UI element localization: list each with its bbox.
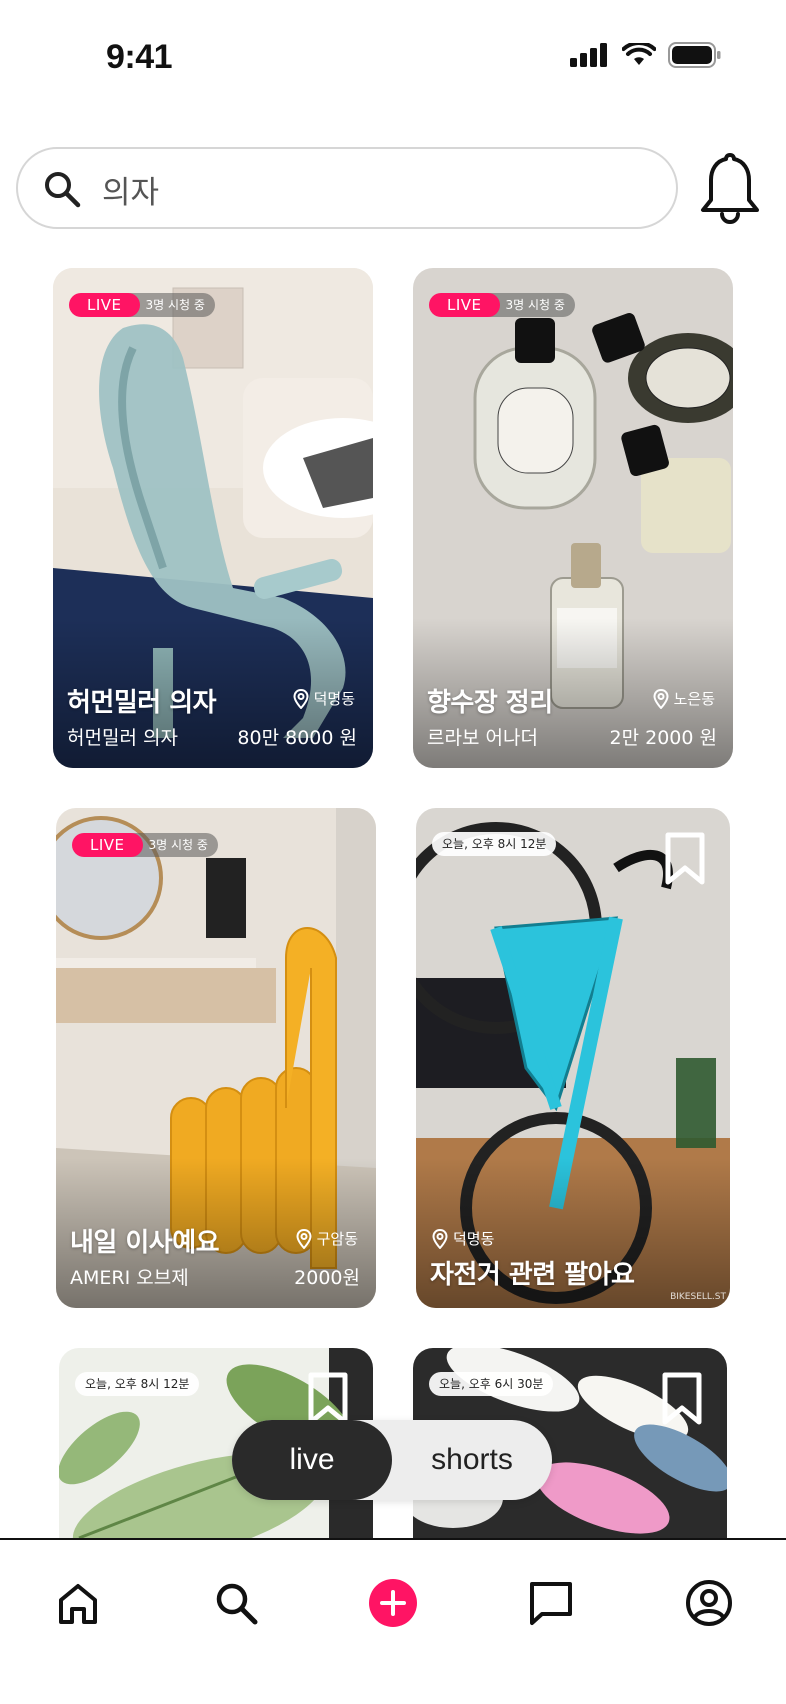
upload-time: 오늘, 오후 6시 30분 [429, 1372, 554, 1396]
card-title: 내일 이사예요 [70, 1228, 220, 1258]
search-input[interactable] [102, 167, 642, 211]
toggle-live-option[interactable]: live [232, 1420, 392, 1500]
status-bar: 9:41 [0, 0, 786, 118]
live-badge: LIVE [69, 293, 140, 317]
battery-icon [668, 42, 721, 68]
bookmark-icon[interactable] [664, 832, 706, 886]
card-price: 2000원 [294, 1267, 360, 1289]
location-pin-icon [296, 1228, 312, 1249]
location-label: 덕명동 [453, 1230, 495, 1248]
live-indicator: LIVE 3명 시청 중 [72, 832, 218, 858]
upload-time: 오늘, 오후 8시 12분 [75, 1372, 200, 1396]
live-card-yellow-chair[interactable]: LIVE 3명 시청 중 내일 이사예요 구암동 AMERI 오브제 2000원 [56, 808, 376, 1308]
bookmark-icon[interactable] [661, 1372, 703, 1426]
live-shorts-toggle[interactable]: live shorts [232, 1420, 552, 1500]
live-badge: LIVE [429, 293, 500, 317]
card-location: 구암동 [296, 1228, 358, 1249]
card-title: 허먼밀러 의자 [67, 688, 217, 718]
location-label: 덕명동 [313, 690, 355, 708]
add-icon[interactable] [368, 1578, 418, 1628]
card-seller: 르라보 어나더 [427, 727, 538, 749]
search-bar[interactable] [16, 147, 678, 229]
card-price: 80만 8000 원 [237, 727, 357, 749]
live-card-perfume[interactable]: LIVE 3명 시청 중 향수장 정리 노은동 르라보 어나더 2만 2000 … [413, 268, 733, 768]
notification-bell-icon[interactable] [698, 150, 762, 226]
status-icons [570, 42, 722, 68]
bottom-tab-bar [0, 1538, 786, 1704]
location-label: 구암동 [316, 1230, 358, 1248]
card-seller: AMERI 오브제 [70, 1267, 189, 1289]
location-pin-icon [653, 688, 669, 709]
search-icon[interactable] [211, 1578, 261, 1628]
profile-icon[interactable] [684, 1578, 734, 1628]
card-location: 덕명동 [293, 688, 355, 709]
live-badge: LIVE [72, 833, 143, 857]
status-time: 9:41 [106, 38, 173, 76]
location-pin-icon [432, 1228, 448, 1249]
toggle-shorts-option[interactable]: shorts [392, 1420, 552, 1500]
chat-icon[interactable] [526, 1578, 576, 1628]
upload-time: 오늘, 오후 8시 12분 [432, 832, 557, 856]
live-indicator: LIVE 3명 시청 중 [429, 292, 575, 318]
home-icon[interactable] [53, 1578, 103, 1628]
bookmark-icon[interactable] [307, 1372, 349, 1426]
signal-icon [570, 43, 607, 67]
location-label: 노은동 [673, 690, 715, 708]
card-seller: 허먼밀러 의자 [67, 727, 178, 749]
card-location: 덕명동 [432, 1228, 494, 1249]
location-pin-icon [293, 688, 309, 709]
card-price: 2만 2000 원 [609, 727, 717, 749]
image-watermark: BIKESELL.ST [670, 1292, 726, 1302]
search-icon [45, 172, 81, 208]
card-location: 노은동 [653, 688, 715, 709]
wifi-icon [622, 43, 656, 65]
shorts-card-bicycle[interactable]: 오늘, 오후 8시 12분 덕명동 자전거 관련 팔아요 BIKESELL.ST [416, 808, 730, 1308]
live-indicator: LIVE 3명 시청 중 [69, 292, 215, 318]
card-title: 향수장 정리 [427, 688, 553, 718]
live-card-chair[interactable]: LIVE 3명 시청 중 허먼밀러 의자 덕명동 허먼밀러 의자 80만 800… [53, 268, 373, 768]
card-title: 자전거 관련 팔아요 [430, 1260, 635, 1290]
